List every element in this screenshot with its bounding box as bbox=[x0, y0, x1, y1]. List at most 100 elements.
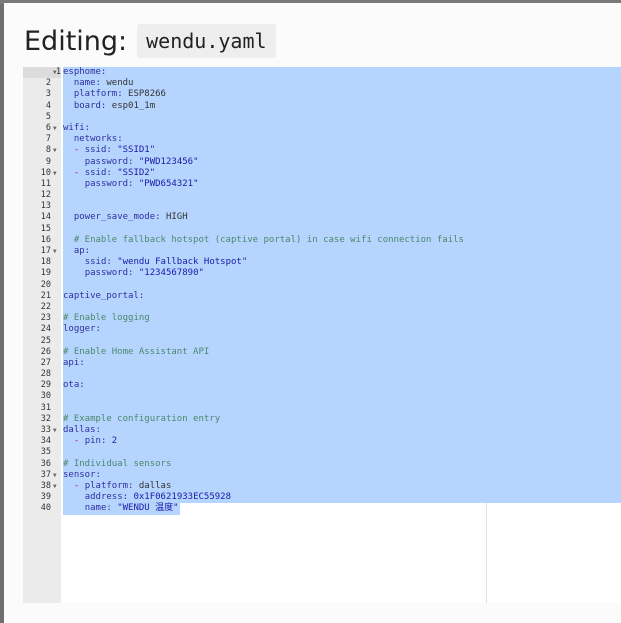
code-text: platform: ESP8266 bbox=[63, 89, 621, 101]
code-line[interactable]: 2 name: wendu bbox=[23, 78, 621, 90]
line-number: 32 bbox=[40, 413, 51, 424]
code-line[interactable]: 19 password: "1234567890" bbox=[23, 268, 621, 280]
code-token: wifi: bbox=[63, 122, 91, 133]
line-number: 8 bbox=[45, 145, 51, 156]
code-line[interactable]: 3 platform: ESP8266 bbox=[23, 89, 621, 101]
code-line[interactable]: 35 bbox=[23, 447, 621, 459]
code-line[interactable]: 16 # Enable fallback hotspot (captive po… bbox=[23, 234, 621, 246]
code-token: logger: bbox=[63, 324, 101, 335]
line-number: 26 bbox=[40, 346, 51, 357]
code-line[interactable]: 22 bbox=[23, 301, 621, 314]
code-line[interactable]: 29 ota: bbox=[23, 380, 621, 392]
code-text: power_save_mode: HIGH bbox=[63, 212, 621, 224]
fold-toggle-icon[interactable]: ▼ bbox=[53, 481, 57, 492]
line-number: 20 bbox=[40, 279, 51, 290]
code-line[interactable]: 28 bbox=[23, 369, 621, 381]
code-text: ssid: "wendu Fallback Hotspot" bbox=[63, 257, 621, 269]
code-line[interactable]: 5 bbox=[23, 111, 621, 123]
code-text: - ssid: "SSID2" bbox=[63, 167, 621, 179]
line-number: 17 bbox=[40, 246, 51, 256]
code-text bbox=[63, 402, 621, 414]
code-line[interactable]: 4 board: esp01_1m bbox=[23, 100, 621, 112]
code-line[interactable]: 25 bbox=[23, 335, 621, 347]
code-line[interactable]: 32 # Example configuration entry bbox=[23, 413, 621, 425]
code-line[interactable]: 27 api: bbox=[23, 357, 621, 370]
fold-toggle-icon[interactable]: ▼ bbox=[53, 470, 57, 481]
code-line[interactable]: 31 bbox=[23, 402, 621, 414]
title-prefix: Editing: bbox=[24, 25, 128, 57]
code-line[interactable]: 17 ▼ ap: bbox=[23, 246, 621, 258]
code-line[interactable]: 1 ▼ esphome: bbox=[23, 67, 621, 79]
line-number: 35 bbox=[40, 447, 51, 458]
code-line[interactable]: 24 logger: bbox=[23, 324, 621, 336]
line-number: 37 bbox=[40, 469, 51, 480]
code-lines[interactable]: 1 ▼ esphome: 2 name: wendu 3 platform: ESP82… bbox=[23, 67, 621, 515]
code-line[interactable]: 18 ssid: "wendu Fallback Hotspot" bbox=[23, 257, 621, 269]
code-line[interactable]: 23 # Enable logging bbox=[23, 313, 621, 325]
line-number: 14 bbox=[40, 212, 51, 223]
code-text: - pin: 2 bbox=[63, 436, 621, 448]
code-token: ssid: bbox=[84, 145, 112, 156]
fold-toggle-icon[interactable]: ▼ bbox=[53, 168, 57, 179]
code-line[interactable]: 13 bbox=[23, 201, 621, 213]
code-line[interactable]: 40 name: "WENDU 温度" bbox=[23, 503, 621, 515]
code-line[interactable]: 10 ▼ - ssid: "SSID2" bbox=[23, 167, 621, 179]
fold-toggle-icon[interactable]: ▼ bbox=[53, 145, 57, 156]
line-number: 19 bbox=[40, 268, 51, 279]
line-number: 12 bbox=[40, 190, 51, 201]
code-token: dallas: bbox=[63, 425, 101, 435]
code-line[interactable]: 39 address: 0x1F0621933EC55928 bbox=[23, 492, 621, 504]
code-token: # Enable logging bbox=[63, 313, 150, 324]
line-number: 22 bbox=[40, 301, 51, 312]
code-line[interactable]: 7 networks: bbox=[23, 134, 621, 146]
code-line[interactable]: 20 bbox=[23, 279, 621, 291]
fold-toggle-icon[interactable]: ▼ bbox=[53, 123, 57, 134]
code-line[interactable]: 37 ▼ sensor: bbox=[23, 469, 621, 481]
code-text: logger: bbox=[63, 324, 621, 336]
code-token: "SSID1" bbox=[111, 145, 156, 156]
code-token: "1234567890" bbox=[133, 268, 204, 279]
code-line[interactable]: 34 - pin: 2 bbox=[23, 436, 621, 448]
code-line[interactable]: 33 ▼ dallas: bbox=[23, 425, 621, 437]
line-number: 28 bbox=[40, 369, 51, 380]
code-line[interactable]: 38 ▼ - platform: dallas bbox=[23, 480, 621, 493]
fold-toggle-icon[interactable]: ▼ bbox=[53, 67, 57, 78]
code-line[interactable]: 11 password: "PWD654321" bbox=[23, 178, 621, 191]
code-line[interactable]: 12 bbox=[23, 190, 621, 202]
code-line[interactable]: 14 power_save_mode: HIGH bbox=[23, 212, 621, 224]
code-line[interactable]: 36 # Individual sensors bbox=[23, 458, 621, 470]
code-line[interactable]: 30 bbox=[23, 391, 621, 403]
line-number: 23 bbox=[40, 313, 51, 324]
fold-toggle-icon[interactable]: ▼ bbox=[53, 425, 57, 436]
fold-toggle-icon[interactable]: ▼ bbox=[53, 246, 57, 257]
code-line[interactable]: 9 password: "PWD123456" bbox=[23, 156, 621, 168]
line-number: 3 bbox=[45, 89, 51, 100]
code-line[interactable]: 26 # Enable Home Assistant API bbox=[23, 346, 621, 358]
line-number: 21 bbox=[40, 290, 51, 301]
code-text: password: "PWD123456" bbox=[63, 156, 621, 168]
code-token: # Enable Home Assistant API bbox=[63, 346, 210, 357]
code-token: HIGH bbox=[160, 212, 188, 223]
line-number: 7 bbox=[45, 134, 51, 145]
code-text: # Individual sensors bbox=[63, 458, 621, 470]
code-editor[interactable]: 1 ▼ esphome: 2 name: wendu 3 platform: ESP82… bbox=[23, 67, 621, 603]
code-line[interactable]: 21 captive_portal: bbox=[23, 290, 621, 302]
code-text bbox=[63, 190, 621, 202]
code-token: esp01_1m bbox=[106, 100, 156, 111]
line-number: 5 bbox=[45, 111, 51, 122]
code-token: "WENDU 温度" bbox=[111, 503, 179, 514]
line-number: 36 bbox=[40, 458, 51, 469]
line-number: 30 bbox=[40, 391, 51, 402]
code-line[interactable]: 15 bbox=[23, 223, 621, 235]
code-line[interactable]: 6 ▼ wifi: bbox=[23, 122, 621, 135]
code-text: - ssid: "SSID1" bbox=[63, 145, 621, 157]
code-line[interactable]: 8 ▼ - ssid: "SSID1" bbox=[23, 145, 621, 157]
